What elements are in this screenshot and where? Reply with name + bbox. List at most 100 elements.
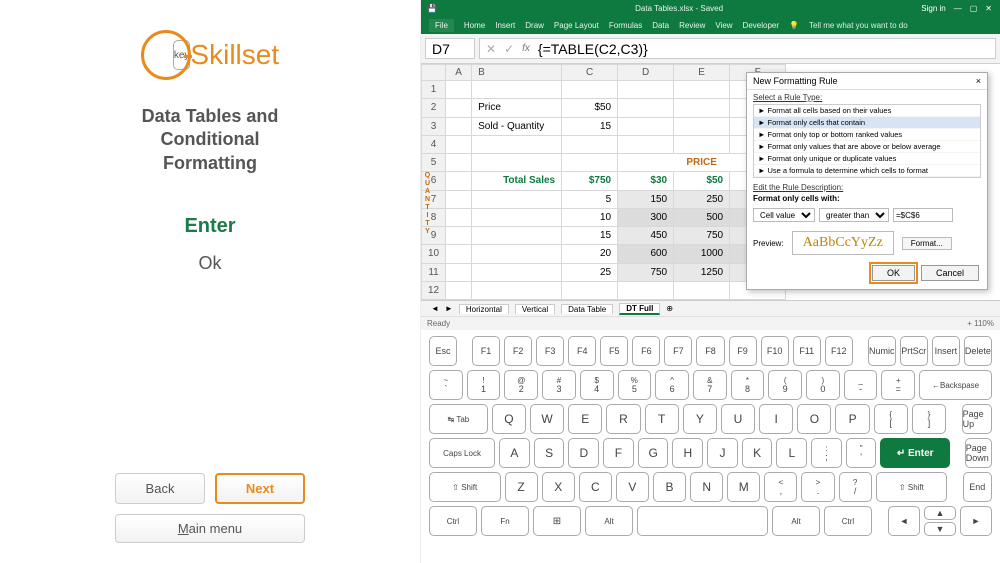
key-period[interactable]: >. [801,472,834,502]
key-][interactable]: }] [912,404,946,434]
key-insert[interactable]: Insert [932,336,960,366]
key-7[interactable]: &7 [693,370,727,400]
tab-view[interactable]: View [715,21,732,30]
key-z[interactable]: Z [505,472,538,502]
key-ctrl-right[interactable]: Ctrl [824,506,872,536]
formula-bar[interactable]: ✕ ✓ fx {=TABLE(C2,C3)} [479,38,996,59]
col-a[interactable]: A [446,65,472,81]
key-v[interactable]: V [616,472,649,502]
key-slash[interactable]: ?/ [839,472,872,502]
key-w[interactable]: W [530,404,564,434]
key-8[interactable]: *8 [731,370,765,400]
key-`[interactable]: ~` [429,370,463,400]
key-y[interactable]: Y [683,404,717,434]
key-m[interactable]: M [727,472,760,502]
tell-me[interactable]: Tell me what you want to do [809,21,908,30]
key-u[interactable]: U [721,404,755,434]
key-enter[interactable]: ↵ Enter [880,438,949,468]
sheet-nav-right-icon[interactable]: ► [445,304,453,313]
name-box[interactable]: D7 [425,38,475,59]
key-quote[interactable]: "' [846,438,877,468]
cell-d9[interactable]: 450 [618,227,674,245]
key-g[interactable]: G [638,438,669,468]
row-1[interactable]: 1 [422,81,446,99]
key-o[interactable]: O [797,404,831,434]
sheet-tab-2[interactable]: Vertical [515,304,555,314]
row-5[interactable]: 5 [422,154,446,172]
close-icon[interactable]: ✕ [985,4,992,13]
tab-layout[interactable]: Page Layout [554,21,599,30]
tab-review[interactable]: Review [679,21,705,30]
cell-d6[interactable]: $30 [618,172,674,190]
key-b[interactable]: B [653,472,686,502]
key-tab[interactable]: ↹ Tab [429,404,488,434]
key-k[interactable]: K [742,438,773,468]
tab-data[interactable]: Data [652,21,669,30]
tab-insert[interactable]: Insert [495,21,515,30]
key-p[interactable]: P [835,404,869,434]
tab-file[interactable]: File [429,19,454,32]
tab-home[interactable]: Home [464,21,485,30]
row-12[interactable]: 12 [422,281,446,299]
key-semicolon[interactable]: :; [811,438,842,468]
col-d[interactable]: D [618,65,674,81]
tab-draw[interactable]: Draw [525,21,544,30]
key-c[interactable]: C [579,472,612,502]
cell-c3[interactable]: 15 [562,117,618,135]
key-pagedown[interactable]: Page Down [965,438,992,468]
key-delete[interactable]: Delete [964,336,992,366]
key-f2[interactable]: F2 [504,336,532,366]
back-button[interactable]: Back [115,473,205,504]
key-3[interactable]: #3 [542,370,576,400]
key-f6[interactable]: F6 [632,336,660,366]
key-t[interactable]: T [645,404,679,434]
key-[[interactable]: {[ [874,404,908,434]
tab-formulas[interactable]: Formulas [609,21,642,30]
format-button[interactable]: Format... [902,237,952,250]
key-1[interactable]: !1 [467,370,501,400]
cell-e9[interactable]: 750 [674,227,730,245]
cell-c8[interactable]: 10 [562,208,618,226]
ref-input[interactable] [893,208,953,222]
key-comma[interactable]: <, [764,472,797,502]
key-alt-left[interactable]: Alt [585,506,633,536]
key-s[interactable]: S [534,438,565,468]
key-d[interactable]: D [568,438,599,468]
operator-select[interactable]: greater than [819,208,889,222]
cell-b2[interactable]: Price [472,99,562,117]
dialog-close-icon[interactable]: × [976,76,981,86]
add-sheet-icon[interactable]: ⊕ [666,304,673,313]
key-f10[interactable]: F10 [761,336,789,366]
key-win[interactable]: ⊞ [533,506,581,536]
key-f5[interactable]: F5 [600,336,628,366]
row-11[interactable]: 11 [422,263,446,281]
key-f3[interactable]: F3 [536,336,564,366]
key-j[interactable]: J [707,438,738,468]
key-arrow-down[interactable]: ▼ [924,522,956,536]
cell-b3[interactable]: Sold - Quantity [472,117,562,135]
cell-d7[interactable]: 150 [618,190,674,208]
next-button[interactable]: Next [215,473,305,504]
key-i[interactable]: I [759,404,793,434]
cell-e11[interactable]: 1250 [674,263,730,281]
row-2[interactable]: 2 [422,99,446,117]
rule-item[interactable]: ► Format only values that are above or b… [754,141,980,153]
sheet-nav-left-icon[interactable]: ◄ [431,304,439,313]
key-ctrl-left[interactable]: Ctrl [429,506,477,536]
min-icon[interactable]: — [954,4,962,13]
cell-value-select[interactable]: Cell value [753,208,815,222]
key-arrow-right[interactable]: ► [960,506,992,536]
key-9[interactable]: (9 [768,370,802,400]
cell-c2[interactable]: $50 [562,99,618,117]
cancel-button[interactable]: Cancel [921,265,979,281]
rule-item[interactable]: ► Use a formula to determine which cells… [754,165,980,177]
cell-c9[interactable]: 15 [562,227,618,245]
key-f4[interactable]: F4 [568,336,596,366]
key-numic[interactable]: Numic [868,336,896,366]
cell-c6[interactable]: $750 [562,172,618,190]
col-b[interactable]: B [472,65,562,81]
cell-c10[interactable]: 20 [562,245,618,263]
cell-e6[interactable]: $50 [674,172,730,190]
rule-item[interactable]: ► Format only top or bottom ranked value… [754,129,980,141]
key-pageup[interactable]: Page Up [962,404,992,434]
